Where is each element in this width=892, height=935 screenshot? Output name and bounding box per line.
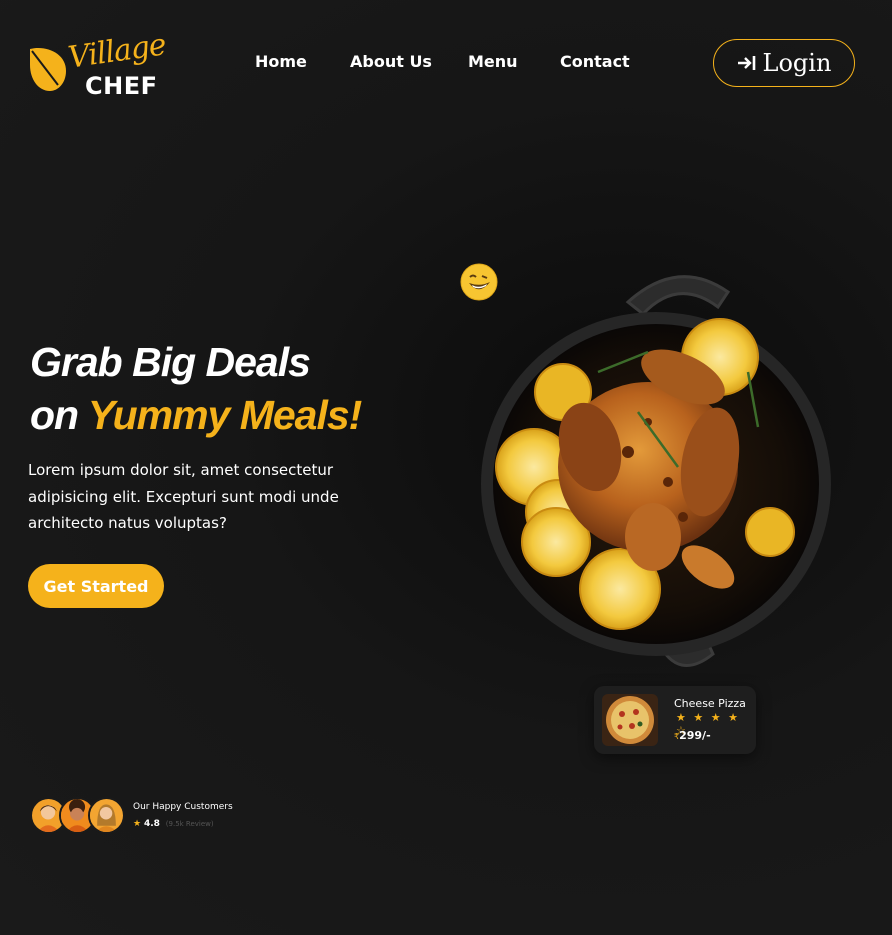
login-button[interactable]: Login <box>713 39 855 87</box>
review-count: (9.5k Review) <box>165 820 214 828</box>
hero-title-accent: Yummy Meals! <box>87 392 363 438</box>
star-icon: ★ <box>133 819 142 829</box>
nav-home[interactable]: Home <box>255 52 307 71</box>
food-card[interactable]: Cheese Pizza ★ ★ ★ ★ ☆ ₹299/- <box>594 686 756 754</box>
customer-rating: ★ 4.8 (9.5k Review) <box>133 819 214 829</box>
logo-word: CHEF <box>85 72 158 100</box>
food-price: ₹299/- <box>674 729 711 742</box>
hero-title-line1: Grab Big Deals <box>30 339 311 385</box>
sign-in-icon <box>737 56 755 70</box>
get-started-button[interactable]: Get Started <box>28 564 164 608</box>
rating-value: 4.8 <box>143 819 160 829</box>
hero-description: Lorem ipsum dolor sit, amet consectetur … <box>28 461 339 532</box>
roast-chicken-pan-image <box>481 275 831 667</box>
customer-avatars <box>30 797 130 835</box>
happy-customers-label: Our Happy Customers <box>133 802 233 812</box>
nav-about-us[interactable]: About Us <box>350 52 432 71</box>
food-price-value: 299/- <box>679 729 711 742</box>
avatar <box>88 797 125 834</box>
hero-title: Grab Big Deals on Yummy Meals! <box>30 336 363 442</box>
pizza-thumbnail <box>602 694 658 746</box>
nav-contact[interactable]: Contact <box>560 52 630 71</box>
nav-menu[interactable]: Menu <box>468 52 518 71</box>
food-name: Cheese Pizza <box>674 697 746 710</box>
hero-title-prefix: on <box>30 392 79 438</box>
login-label: Login <box>762 49 832 77</box>
